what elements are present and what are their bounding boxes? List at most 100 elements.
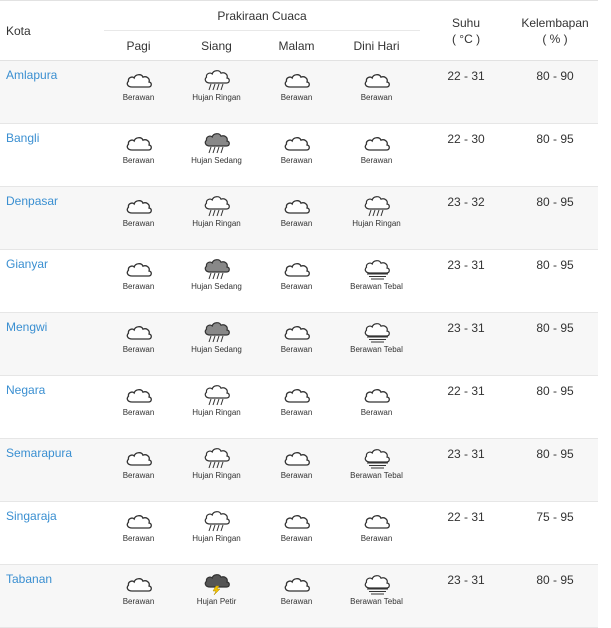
forecast-label: Hujan Sedang [191,345,242,354]
forecast-cell: Hujan Ringan [173,60,260,124]
period-header-pagi: Pagi [104,30,173,61]
suhu-value: 23 - 31 [420,564,513,628]
forecast-cell: Hujan Ringan [333,186,421,250]
moderate-rain-icon [174,319,259,343]
forecast-cell: Berawan [260,564,333,628]
forecast-cell: Berawan Tebal [333,312,421,376]
forecast-cell: Berawan Tebal [333,564,421,628]
city-cell: Negara [0,375,104,439]
forecast-label: Berawan [360,534,393,543]
forecast-label: Berawan [280,345,313,354]
suhu-value: 22 - 30 [420,123,513,187]
forecast-label: Hujan Ringan [192,408,241,417]
forecast-label: Hujan Ringan [192,219,241,228]
forecast-cell: Berawan [104,375,173,439]
city-link[interactable]: Semarapura [6,446,72,460]
forecast-label: Berawan [122,534,155,543]
kelembapan-value: 80 - 90 [512,60,599,124]
forecast-label: Berawan Tebal [350,282,403,291]
cloud-icon [105,319,172,343]
forecast-label: Hujan Sedang [191,282,242,291]
table-row: Denpasar Berawan Hujan Ringan Berawan Hujan … [0,186,599,250]
suhu-value: 22 - 31 [420,375,513,439]
forecast-cell: Berawan [260,501,333,565]
city-link[interactable]: Denpasar [6,194,58,208]
forecast-cell: Berawan [104,123,173,187]
forecast-label: Hujan Ringan [192,93,241,102]
suhu-value: 23 - 31 [420,312,513,376]
forecast-cell: Berawan [333,501,421,565]
forecast-label: Berawan [280,156,313,165]
forecast-cell: Berawan [104,501,173,565]
forecast-cell: Berawan [333,123,421,187]
table-row: Singaraja Berawan Hujan Ringan Berawan Beraw… [0,501,599,565]
moderate-rain-icon [174,130,259,154]
thunderstorm-icon [174,571,259,595]
forecast-label: Berawan [280,93,313,102]
forecast-label: Hujan Ringan [352,219,401,228]
city-link[interactable]: Gianyar [6,257,48,271]
cloud-icon [261,508,332,532]
city-cell: Tabanan [0,564,104,628]
kelembapan-unit: ( % ) [542,31,568,46]
forecast-cell: Berawan [104,60,173,124]
forecast-label: Berawan [280,282,313,291]
light-rain-icon [174,445,259,469]
kota-header: Kota [0,0,104,61]
forecast-cell: Hujan Sedang [173,249,260,313]
cloud-icon [334,67,419,91]
city-cell: Amlapura [0,60,104,124]
overcast-icon [334,571,419,595]
forecast-cell: Hujan Ringan [173,375,260,439]
city-link[interactable]: Tabanan [6,572,52,586]
suhu-value: 23 - 31 [420,438,513,502]
suhu-value: 22 - 31 [420,60,513,124]
period-header-siang: Siang [173,30,260,61]
city-link[interactable]: Amlapura [6,68,57,82]
cloud-icon [334,508,419,532]
city-link[interactable]: Bangli [6,131,39,145]
forecast-label: Berawan [360,93,393,102]
suhu-unit: ( °C ) [451,31,481,46]
city-link[interactable]: Singaraja [6,509,57,523]
city-cell: Mengwi [0,312,104,376]
forecast-cell: Berawan [260,375,333,439]
forecast-label: Berawan [122,597,155,606]
forecast-cell: Berawan [260,123,333,187]
forecast-cell: Berawan [260,186,333,250]
cloud-icon [105,445,172,469]
table-row: Tabanan Berawan Hujan Petir Berawan Berawan … [0,564,599,628]
forecast-rows: Amlapura Berawan Hujan Ringan Berawan Berawa… [0,60,599,628]
forecast-label: Hujan Petir [196,597,237,606]
prakiraan-cuaca-header: Prakiraan Cuaca [104,0,421,31]
cloud-icon [105,508,172,532]
suhu-value: 23 - 31 [420,249,513,313]
weather-forecast-table: Kota Prakiraan Cuaca Suhu( °C ) Kelembap… [0,0,599,628]
light-rain-icon [174,382,259,406]
cloud-icon [261,130,332,154]
city-link[interactable]: Mengwi [6,320,47,334]
overcast-icon [334,256,419,280]
forecast-cell: Berawan [260,60,333,124]
cloud-icon [105,571,172,595]
forecast-cell: Berawan [104,186,173,250]
table-row: Negara Berawan Hujan Ringan Berawan Berawan 2… [0,375,599,439]
city-cell: Semarapura [0,438,104,502]
overcast-icon [334,319,419,343]
kelembapan-value: 75 - 95 [512,501,599,565]
forecast-label: Berawan Tebal [350,471,403,480]
suhu-label: Suhu [452,15,481,30]
kelembapan-header: Kelembapan( % ) [512,0,599,61]
cloud-icon [261,382,332,406]
kelembapan-value: 80 - 95 [512,375,599,439]
kelembapan-value: 80 - 95 [512,438,599,502]
city-link[interactable]: Negara [6,383,45,397]
forecast-label: Berawan [122,345,155,354]
forecast-label: Berawan [360,408,393,417]
forecast-label: Berawan [360,156,393,165]
forecast-label: Berawan [122,471,155,480]
cloud-icon [261,445,332,469]
kelembapan-value: 80 - 95 [512,249,599,313]
cloud-icon [105,67,172,91]
light-rain-icon [334,193,419,217]
